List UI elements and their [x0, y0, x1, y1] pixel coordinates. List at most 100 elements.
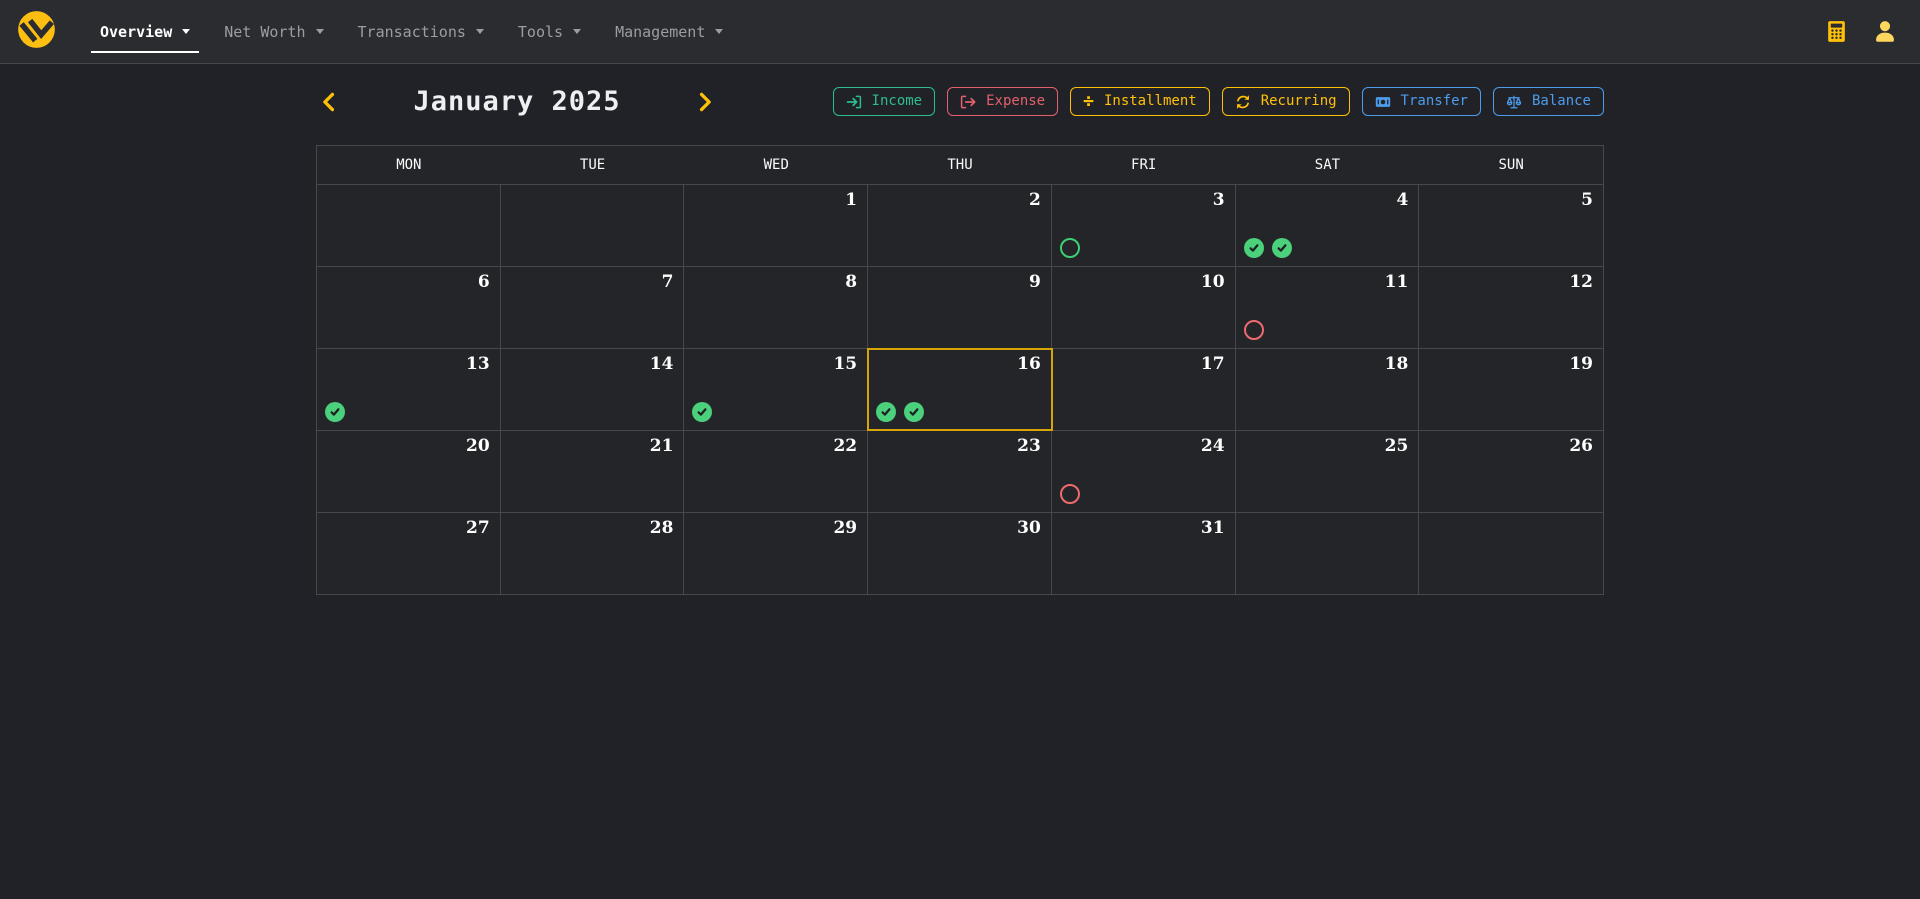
- calendar-day-5[interactable]: 5: [1419, 185, 1603, 266]
- nav-item-label: Tools: [518, 23, 563, 41]
- calendar-day-29[interactable]: 29: [684, 513, 868, 594]
- expense-filter-button[interactable]: Expense: [947, 87, 1058, 117]
- day-number: 29: [833, 518, 857, 538]
- income-cleared-marker-icon[interactable]: [692, 402, 712, 422]
- calendar-day-23[interactable]: 23: [868, 431, 1052, 512]
- day-number: 19: [1569, 354, 1593, 374]
- expense-pending-marker-icon[interactable]: [1060, 484, 1080, 504]
- calendar-day-17[interactable]: 17: [1052, 349, 1236, 430]
- legend-label: Income: [872, 92, 923, 112]
- app-logo[interactable]: [16, 9, 57, 54]
- day-markers: [1244, 238, 1292, 258]
- weekday-header-row: MON TUE WED THU FRI SAT SUN: [317, 146, 1603, 185]
- calendar-day-12[interactable]: 12: [1419, 267, 1603, 348]
- income-cleared-marker-icon[interactable]: [325, 402, 345, 422]
- division-icon: ÷: [1083, 95, 1094, 109]
- calculator-icon[interactable]: [1825, 20, 1848, 43]
- nav-item-tools[interactable]: Tools: [501, 0, 598, 63]
- day-number: 31: [1201, 518, 1225, 538]
- calendar-day-10[interactable]: 10: [1052, 267, 1236, 348]
- day-number: 16: [1017, 354, 1041, 374]
- nav-item-net-worth[interactable]: Net Worth: [207, 0, 340, 63]
- brand-logo-icon: [16, 9, 57, 54]
- day-number: 21: [650, 436, 674, 456]
- weekday-header: SUN: [1419, 146, 1603, 184]
- calendar-week-row: 6 7 8910 11 12: [317, 267, 1603, 349]
- day-number: 20: [466, 436, 490, 456]
- recurring-filter-button[interactable]: Recurring: [1222, 87, 1350, 117]
- calendar-day-9[interactable]: 9: [868, 267, 1052, 348]
- calendar-day-13[interactable]: 13: [317, 349, 501, 430]
- transfer-filter-button[interactable]: Transfer: [1362, 87, 1481, 117]
- calendar-grid: 1234567891011121314151617181920212223242…: [317, 185, 1603, 594]
- calendar-day-3[interactable]: 3: [1052, 185, 1236, 266]
- income-filter-button[interactable]: Income: [833, 87, 936, 117]
- calendar-day-16[interactable]: 16: [868, 349, 1052, 430]
- day-markers: [1244, 320, 1264, 340]
- chevron-down-icon: [182, 29, 190, 34]
- calendar-day-19[interactable]: 19: [1419, 349, 1603, 430]
- calendar-day-21[interactable]: 21: [501, 431, 685, 512]
- month-calendar: MON TUE WED THU FRI SAT SUN 123456789101…: [316, 145, 1604, 595]
- calendar-day-24[interactable]: 24: [1052, 431, 1236, 512]
- calendar-week-row: 13 14 15 16 1718 19: [317, 349, 1603, 431]
- day-number: 14: [650, 354, 674, 374]
- income-cleared-marker-icon[interactable]: [1272, 238, 1292, 258]
- next-month-button[interactable]: [692, 89, 718, 115]
- balance-filter-button[interactable]: Balance: [1493, 87, 1604, 117]
- day-markers: [1060, 484, 1080, 504]
- legend-label: Balance: [1532, 92, 1591, 112]
- calendar-day-25[interactable]: 25: [1236, 431, 1420, 512]
- calendar-day-4[interactable]: 4: [1236, 185, 1420, 266]
- calendar-day-15[interactable]: 15: [684, 349, 868, 430]
- calendar-day-11[interactable]: 11: [1236, 267, 1420, 348]
- day-number: 30: [1017, 518, 1041, 538]
- chevron-down-icon: [573, 29, 581, 34]
- calendar-day-7[interactable]: 7: [501, 267, 685, 348]
- income-cleared-marker-icon[interactable]: [876, 402, 896, 422]
- calendar-day-30[interactable]: 30: [868, 513, 1052, 594]
- income-pending-marker-icon[interactable]: [1060, 238, 1080, 258]
- income-cleared-marker-icon[interactable]: [1244, 238, 1264, 258]
- calendar-week-row: 20 21 22 23242526: [317, 431, 1603, 513]
- calendar-day-20[interactable]: 20: [317, 431, 501, 512]
- calendar-day-2[interactable]: 2: [868, 185, 1052, 266]
- day-number: 7: [662, 272, 674, 292]
- installment-filter-button[interactable]: ÷ Installment: [1070, 87, 1210, 117]
- previous-month-button[interactable]: [316, 89, 342, 115]
- day-number: 15: [833, 354, 857, 374]
- user-icon[interactable]: [1872, 19, 1898, 45]
- calendar-toolbar: January 2025 Income: [316, 86, 1604, 117]
- weekday-header: FRI: [1052, 146, 1236, 184]
- expense-pending-marker-icon[interactable]: [1244, 320, 1264, 340]
- day-markers: [692, 402, 712, 422]
- calendar-day-26[interactable]: 26: [1419, 431, 1603, 512]
- calendar-day-27[interactable]: 27: [317, 513, 501, 594]
- nav-item-overview[interactable]: Overview: [83, 0, 207, 63]
- calendar-day-14[interactable]: 14: [501, 349, 685, 430]
- calendar-day-22[interactable]: 22: [684, 431, 868, 512]
- calendar-day-8[interactable]: 8: [684, 267, 868, 348]
- day-number: 8: [845, 272, 857, 292]
- scales-icon: [1506, 94, 1522, 110]
- legend-label: Transfer: [1401, 92, 1468, 112]
- day-markers: [876, 402, 924, 422]
- nav-item-label: Overview: [100, 23, 172, 41]
- calendar-day-31[interactable]: 31: [1052, 513, 1236, 594]
- income-cleared-marker-icon[interactable]: [904, 402, 924, 422]
- nav-item-label: Net Worth: [224, 23, 305, 41]
- calendar-day-28[interactable]: 28: [501, 513, 685, 594]
- day-number: 11: [1385, 272, 1409, 292]
- nav-item-transactions[interactable]: Transactions: [341, 0, 501, 63]
- calendar-day-6[interactable]: 6: [317, 267, 501, 348]
- day-number: 13: [466, 354, 490, 374]
- day-number: 22: [833, 436, 857, 456]
- calendar-day-empty: [501, 185, 685, 266]
- calendar-day-18[interactable]: 18: [1236, 349, 1420, 430]
- weekday-header: SAT: [1236, 146, 1420, 184]
- calendar-week-row: 2728 29 30 31: [317, 513, 1603, 594]
- main-content: January 2025 Income: [316, 64, 1604, 595]
- calendar-day-empty: [1419, 513, 1603, 594]
- calendar-day-1[interactable]: 1: [684, 185, 868, 266]
- nav-item-management[interactable]: Management: [598, 0, 740, 63]
